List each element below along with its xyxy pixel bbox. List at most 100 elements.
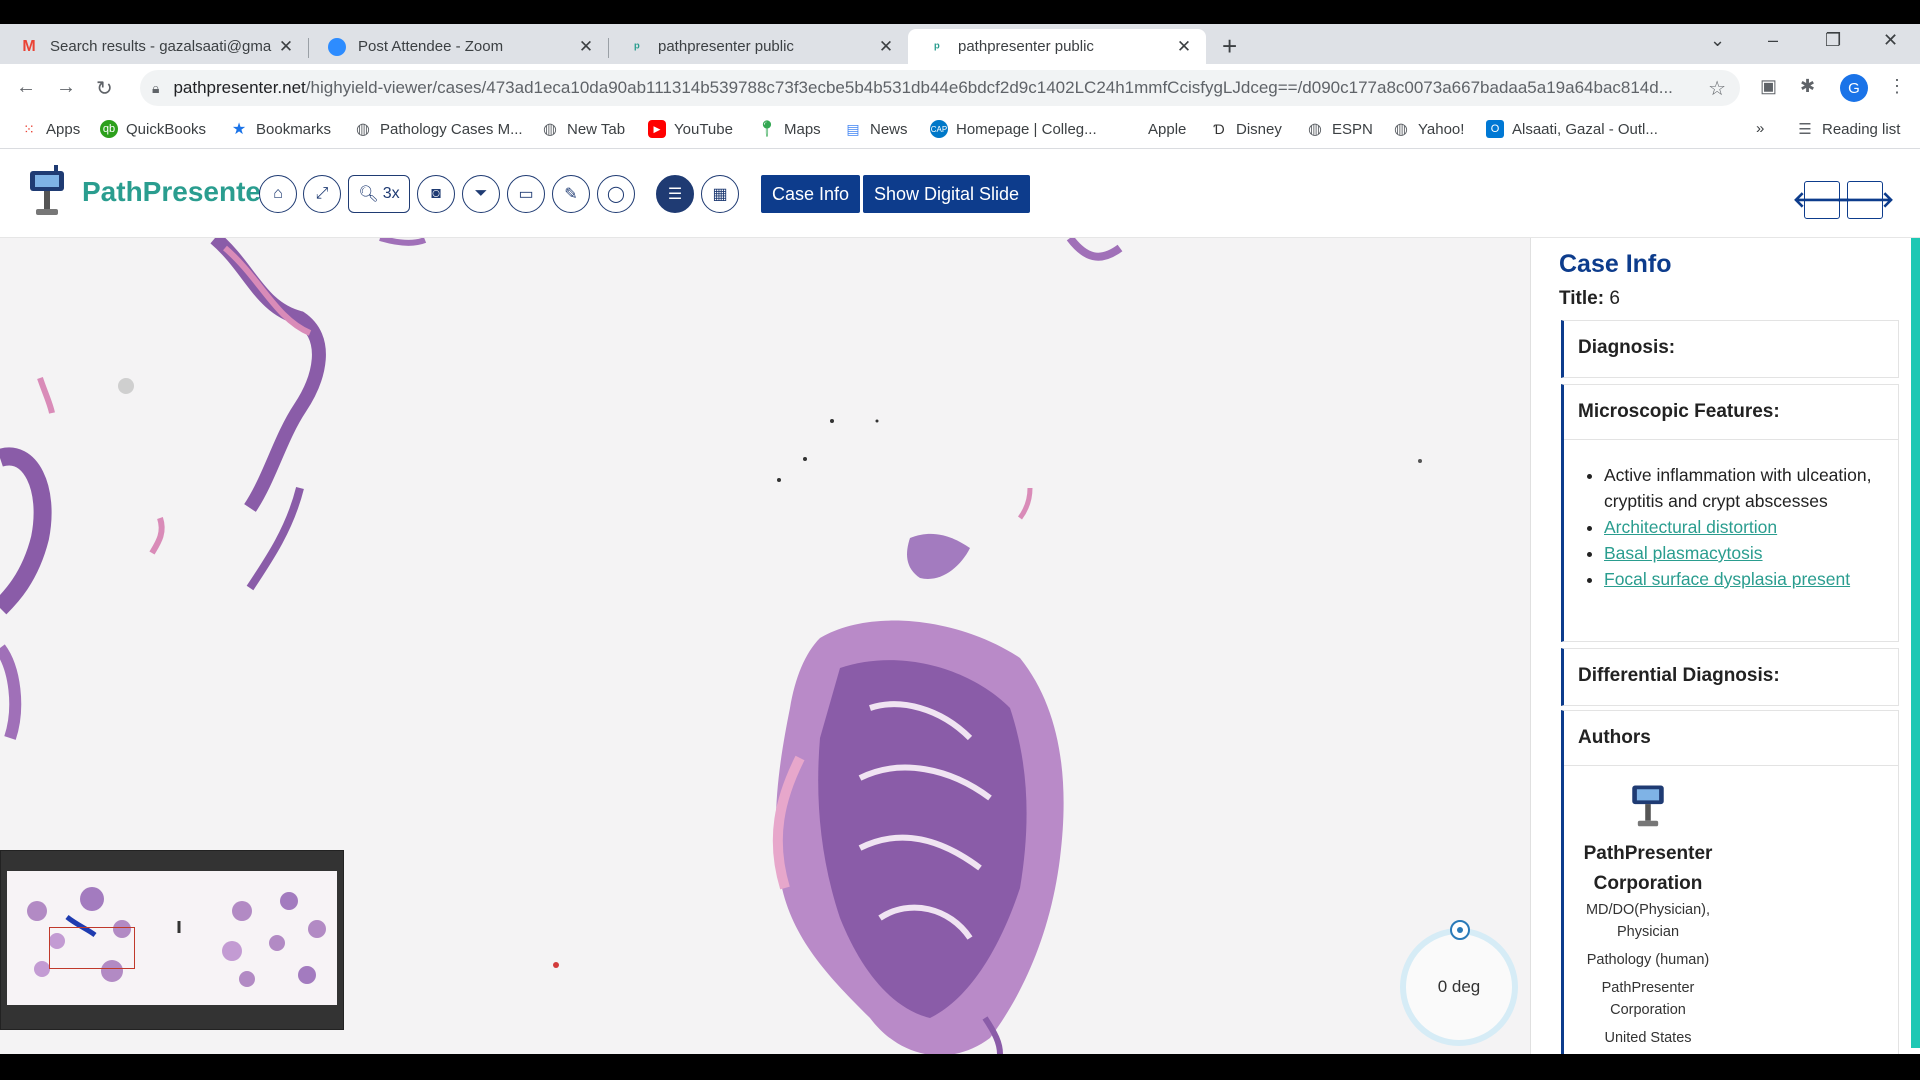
microscopic-features-card: Microscopic Features: Active inflammatio… bbox=[1561, 384, 1899, 642]
show-digital-slide-button[interactable]: Show Digital Slide bbox=[863, 175, 1031, 213]
differential-diagnosis-card[interactable]: Differential Diagnosis: bbox=[1561, 648, 1899, 706]
circle-icon: ◯ bbox=[607, 186, 625, 203]
zoom-icon bbox=[328, 37, 346, 56]
minimap-viewport-rect[interactable] bbox=[49, 927, 135, 969]
feature-link[interactable]: Basal plasmacytosis bbox=[1604, 543, 1763, 563]
reading-list-icon: ☰ bbox=[1798, 121, 1812, 138]
tab-title: Post Attendee - Zoom bbox=[358, 38, 504, 55]
reading-list[interactable]: ☰ Reading list bbox=[1796, 120, 1900, 139]
feature-link[interactable]: Focal surface dysplasia present bbox=[1604, 569, 1850, 589]
features-list: Active inflammation with ulceation, cryp… bbox=[1564, 440, 1898, 612]
close-tab-icon[interactable]: ✕ bbox=[276, 37, 296, 57]
home-button[interactable]: ⌂ bbox=[259, 175, 297, 213]
restore-icon[interactable]: ❐ bbox=[1825, 30, 1841, 51]
author-specialty: Pathology (human) bbox=[1586, 952, 1710, 968]
menu-kebab-icon[interactable]: ⋮ bbox=[1888, 76, 1906, 97]
list-button[interactable]: ☰ bbox=[656, 175, 694, 213]
quickbooks-icon: qb bbox=[100, 120, 118, 138]
diagnosis-heading: Diagnosis: bbox=[1578, 337, 1676, 358]
zoom-level-button[interactable]: 🔍︎ 3x bbox=[348, 175, 410, 213]
bookmark-apple[interactable]: Apple bbox=[1122, 120, 1186, 138]
rotation-handle[interactable] bbox=[1450, 920, 1470, 940]
navigator-minimap[interactable] bbox=[0, 850, 344, 1030]
snapshot-button[interactable]: ◙ bbox=[417, 175, 455, 213]
pathpresenter-logo[interactable]: PathPresenter bbox=[24, 165, 272, 219]
url-host: pathpresenter.net bbox=[173, 78, 306, 97]
reload-icon[interactable]: ↻ bbox=[96, 76, 113, 101]
bookmark-maps[interactable]: 📍︎ Maps bbox=[757, 120, 821, 139]
news-icon: ▤ bbox=[846, 120, 860, 137]
close-tab-icon[interactable]: ✕ bbox=[576, 37, 596, 57]
case-info-panel: Case Info Title: 6 Diagnosis: Microscopi… bbox=[1530, 238, 1920, 1054]
profile-avatar[interactable]: G bbox=[1840, 74, 1868, 102]
next-case-button[interactable]: 🡒 bbox=[1836, 181, 1895, 219]
tissue-fragment-main bbox=[772, 620, 1064, 1054]
bookmark-bookmarks[interactable]: ★ Bookmarks bbox=[230, 120, 331, 139]
author-avatar bbox=[1568, 780, 1728, 835]
minimize-icon[interactable]: – bbox=[1768, 30, 1778, 51]
filter-button[interactable]: ⏷ bbox=[462, 175, 500, 213]
tab-search-icon[interactable]: ⌄ bbox=[1710, 30, 1725, 51]
tab-gmail[interactable]: M Search results - gazalsaati@gma ✕ bbox=[0, 29, 308, 64]
browser-window: M Search results - gazalsaati@gma ✕ Post… bbox=[0, 24, 1920, 1054]
close-tab-icon[interactable]: ✕ bbox=[876, 37, 896, 57]
address-bar[interactable]: 🔒︎ pathpresenter.net/highyield-viewer/ca… bbox=[140, 70, 1740, 106]
bookmark-outlook[interactable]: O Alsaati, Gazal - Outl... bbox=[1486, 120, 1658, 138]
bookmark-espn[interactable]: ◍ ESPN bbox=[1306, 120, 1373, 139]
bookmark-quickbooks[interactable]: qb QuickBooks bbox=[100, 120, 206, 138]
globe-icon: ◍ bbox=[1308, 121, 1322, 138]
feature-link[interactable]: Architectural distortion bbox=[1604, 517, 1777, 537]
present-button[interactable]: ▭ bbox=[507, 175, 545, 213]
bookmark-star-icon[interactable]: ☆ bbox=[1708, 76, 1726, 101]
tab-pathpresenter-1[interactable]: ᵖ pathpresenter public ✕ bbox=[608, 29, 908, 64]
bookmark-homepage-college[interactable]: CAP Homepage | Colleg... bbox=[930, 120, 1097, 138]
tissue-fragment-upper-left bbox=[0, 238, 326, 740]
bookmark-news[interactable]: ▤ News bbox=[844, 120, 907, 138]
new-tab-button[interactable]: + bbox=[1222, 33, 1237, 59]
case-title: Title: 6 bbox=[1559, 288, 1620, 310]
address-bar-row: ← → ↻ 🔒︎ pathpresenter.net/highyield-vie… bbox=[0, 64, 1920, 112]
monitor-icon: ▭ bbox=[518, 186, 534, 203]
url-text[interactable]: pathpresenter.net/highyield-viewer/cases… bbox=[173, 78, 1708, 98]
app-toolbar: PathPresenter ⌂ ⤢ 🔍︎ 3x ◙ ⏷ ▭ ✎ ◯ ☰ ▦ Cas… bbox=[0, 149, 1920, 238]
bookmark-pathology-cases[interactable]: ◍ Pathology Cases M... bbox=[354, 120, 523, 139]
slide-viewer[interactable]: 0 deg bbox=[0, 238, 1530, 1054]
extensions-puzzle-icon[interactable]: ✱ bbox=[1800, 76, 1815, 97]
divider bbox=[1564, 765, 1898, 766]
fullscreen-button[interactable]: ⤢ bbox=[303, 175, 341, 213]
bookmark-new-tab[interactable]: ◍ New Tab bbox=[541, 120, 625, 139]
close-tab-icon[interactable]: ✕ bbox=[1174, 37, 1194, 57]
bookmarks-overflow-button[interactable]: » bbox=[1756, 120, 1764, 137]
zoom-level: 3x bbox=[382, 185, 400, 202]
microscopic-heading: Microscopic Features: bbox=[1578, 401, 1780, 422]
bookmark-yahoo[interactable]: ◍ Yahoo! bbox=[1392, 120, 1464, 139]
close-window-icon[interactable]: ✕ bbox=[1883, 30, 1898, 51]
pathpresenter-icon: ᵖ bbox=[634, 38, 640, 55]
microscope-logo-icon bbox=[24, 165, 70, 219]
case-title-label: Title: bbox=[1559, 288, 1605, 309]
case-info-button[interactable]: Case Info bbox=[761, 175, 861, 213]
bookmark-youtube[interactable]: ▶ YouTube bbox=[648, 120, 733, 138]
back-icon[interactable]: ← bbox=[16, 76, 36, 99]
apps-grid-icon: ⁙ bbox=[23, 120, 35, 137]
author-name[interactable]: PathPresenter Corporation bbox=[1568, 839, 1728, 899]
filter-icon: ⏷ bbox=[474, 185, 488, 202]
tab-strip: M Search results - gazalsaati@gma ✕ Post… bbox=[0, 24, 1920, 64]
rotation-label: 0 deg bbox=[1437, 977, 1481, 996]
pencil-icon: ✎ bbox=[564, 186, 578, 203]
bookmark-apps[interactable]: ⁙ Apps bbox=[20, 120, 80, 138]
rotate-button[interactable]: ◯ bbox=[597, 175, 635, 213]
annotate-button[interactable]: ✎ bbox=[552, 175, 590, 213]
extension-icon[interactable]: ▣ bbox=[1760, 76, 1777, 97]
bookmark-disney[interactable]: Ɗ Disney bbox=[1210, 120, 1282, 138]
tab-zoom[interactable]: Post Attendee - Zoom ✕ bbox=[308, 29, 608, 64]
list-icon: ☰ bbox=[667, 186, 683, 203]
tab-pathpresenter-active[interactable]: ᵖ pathpresenter public ✕ bbox=[908, 29, 1206, 64]
forward-icon[interactable]: → bbox=[56, 76, 76, 99]
panel-scrollbar[interactable] bbox=[1911, 238, 1920, 1048]
zoom-icon: 🔍︎ bbox=[358, 186, 379, 203]
diagnosis-card[interactable]: Diagnosis: bbox=[1561, 320, 1899, 378]
rotation-dial[interactable]: 0 deg bbox=[1400, 928, 1518, 1046]
arrow-right-icon: 🡒 bbox=[1835, 187, 1895, 212]
case-notes-button[interactable]: ▦ bbox=[701, 175, 739, 213]
